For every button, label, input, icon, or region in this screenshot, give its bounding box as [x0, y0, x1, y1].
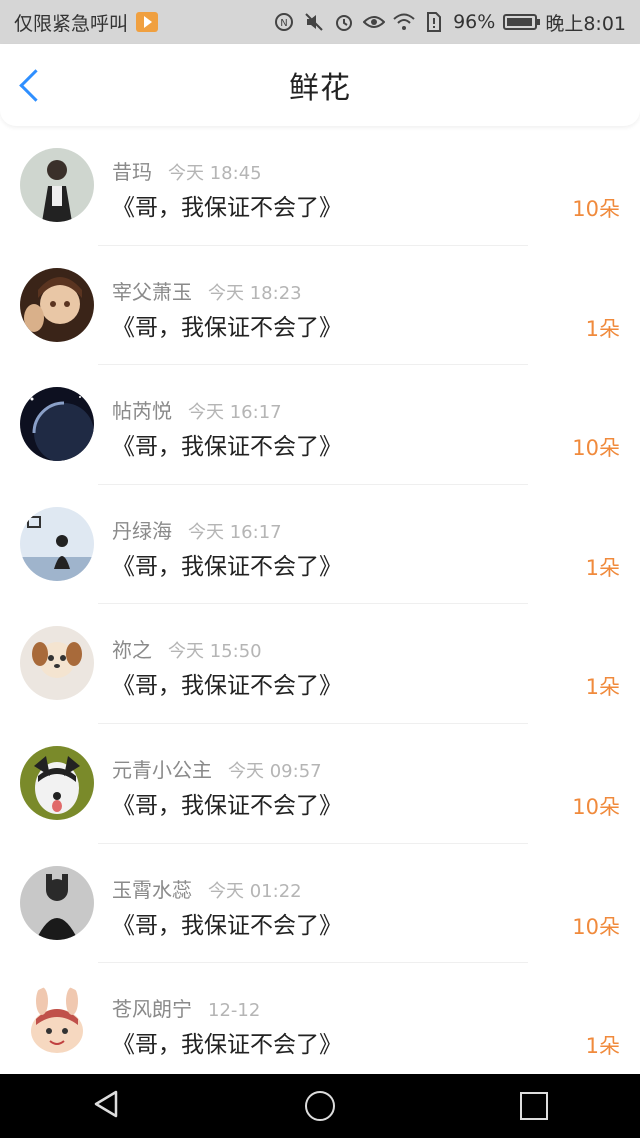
alarm-icon: [333, 11, 355, 33]
svg-text:N: N: [280, 18, 287, 29]
send-time: 今天 09:57: [228, 760, 322, 782]
avatar[interactable]: [20, 506, 94, 581]
flower-count: 10朵: [572, 197, 620, 221]
list-item[interactable]: 元青小公主 今天 09:57 《哥，我保证不会了》 10朵: [0, 724, 640, 844]
battery-percent: 96%: [453, 11, 496, 33]
sender-name: 玉霄水蕊: [112, 877, 192, 902]
list-item[interactable]: 昔玛 今天 18:45 《哥，我保证不会了》 10朵: [0, 126, 640, 246]
flower-count: 1朵: [585, 555, 620, 580]
chevron-left-icon[interactable]: [19, 69, 52, 102]
wifi-icon: [393, 11, 415, 33]
avatar[interactable]: [20, 745, 94, 820]
send-time: 12-12: [208, 1000, 261, 1022]
flower-count: 1朵: [585, 316, 620, 341]
sender-name: 苍风朗宁: [112, 997, 192, 1022]
message-text: 《哥，我保证不会了》: [112, 912, 342, 939]
message-text: 《哥，我保证不会了》: [112, 195, 342, 221]
flower-count: 1朵: [585, 675, 620, 700]
list-item[interactable]: 祢之 今天 15:50 《哥，我保证不会了》 1朵: [0, 604, 640, 724]
message-text: 《哥，我保证不会了》: [112, 792, 342, 819]
avatar[interactable]: [20, 626, 94, 701]
status-bar-right: N 96% 晚上8:01: [273, 9, 626, 36]
flower-record-list: 昔玛 今天 18:45 《哥，我保证不会了》 10朵 宰父萧玉 今天 18:23…: [0, 126, 640, 1083]
list-item-meta: 元青小公主 今天 09:57: [112, 754, 322, 783]
avatar[interactable]: [20, 387, 94, 462]
avatar[interactable]: [20, 865, 94, 940]
flower-count: 10朵: [572, 794, 620, 819]
avatar[interactable]: [20, 267, 94, 342]
list-item[interactable]: 宰父萧玉 今天 18:23 《哥，我保证不会了》 1朵: [0, 246, 640, 366]
sender-name: 祢之: [112, 638, 152, 663]
sender-name: 帖芮悦: [112, 399, 172, 424]
list-item-meta: 苍风朗宁 12-12: [112, 993, 260, 1022]
list-item-meta: 昔玛 今天 18:45: [112, 156, 262, 185]
status-bar: 仅限紧急呼叫 N 96% 晚上8:01: [0, 0, 640, 44]
sender-name: 元青小公主: [112, 757, 212, 782]
page-title: 鲜花: [289, 71, 351, 106]
mute-icon: [303, 11, 325, 33]
list-item-meta: 丹绿海 今天 16:17: [112, 515, 282, 544]
nav-home-icon[interactable]: [304, 1091, 335, 1121]
message-text: 《哥，我保证不会了》: [112, 314, 342, 341]
system-nav-bar: [0, 1074, 640, 1138]
list-item[interactable]: 丹绿海 今天 16:17 《哥，我保证不会了》 1朵: [0, 485, 640, 605]
list-item-meta: 宰父萧玉 今天 18:23: [112, 276, 302, 305]
sender-name: 昔玛: [112, 160, 152, 184]
list-item[interactable]: 苍风朗宁 12-12 《哥，我保证不会了》 1朵: [0, 963, 640, 1083]
send-time: 今天 01:22: [208, 880, 302, 902]
sender-name: 丹绿海: [112, 518, 172, 543]
list-item-meta: 玉霄水蕊 今天 01:22: [112, 874, 302, 903]
status-bar-left: 仅限紧急呼叫: [14, 9, 159, 36]
sender-name: 宰父萧玉: [112, 279, 192, 304]
message-text: 《哥，我保证不会了》: [112, 553, 342, 580]
flower-count: 10朵: [572, 436, 620, 461]
flower-count: 1朵: [585, 1034, 620, 1059]
eye-icon: [363, 11, 386, 33]
message-text: 《哥，我保证不会了》: [112, 1032, 342, 1059]
send-time: 今天 16:17: [188, 521, 282, 543]
play-icon: [136, 12, 159, 32]
message-text: 《哥，我保证不会了》: [112, 673, 342, 700]
nav-recents-icon[interactable]: [519, 1092, 548, 1120]
flower-count: 10朵: [572, 914, 620, 939]
nfc-icon: N: [273, 11, 295, 33]
list-item-meta: 帖芮悦 今天 16:17: [112, 395, 282, 424]
send-time: 今天 18:23: [208, 282, 302, 304]
list-item-meta: 祢之 今天 15:50: [112, 634, 262, 663]
send-time: 今天 18:45: [168, 163, 262, 184]
battery-icon: [503, 14, 541, 30]
emergency-calls-only-text: 仅限紧急呼叫: [14, 12, 129, 35]
avatar[interactable]: [20, 148, 94, 222]
sim-icon: [423, 11, 445, 33]
clock: 晚上8:01: [545, 12, 626, 35]
send-time: 今天 15:50: [168, 641, 262, 663]
header-bar: 鲜花: [0, 44, 640, 126]
send-time: 今天 16:17: [188, 402, 282, 424]
message-text: 《哥，我保证不会了》: [112, 434, 342, 461]
list-item[interactable]: 帖芮悦 今天 16:17 《哥，我保证不会了》 10朵: [0, 365, 640, 485]
nav-back-icon[interactable]: [92, 1089, 120, 1123]
list-item[interactable]: 玉霄水蕊 今天 01:22 《哥，我保证不会了》 10朵: [0, 844, 640, 964]
avatar[interactable]: [20, 985, 94, 1060]
